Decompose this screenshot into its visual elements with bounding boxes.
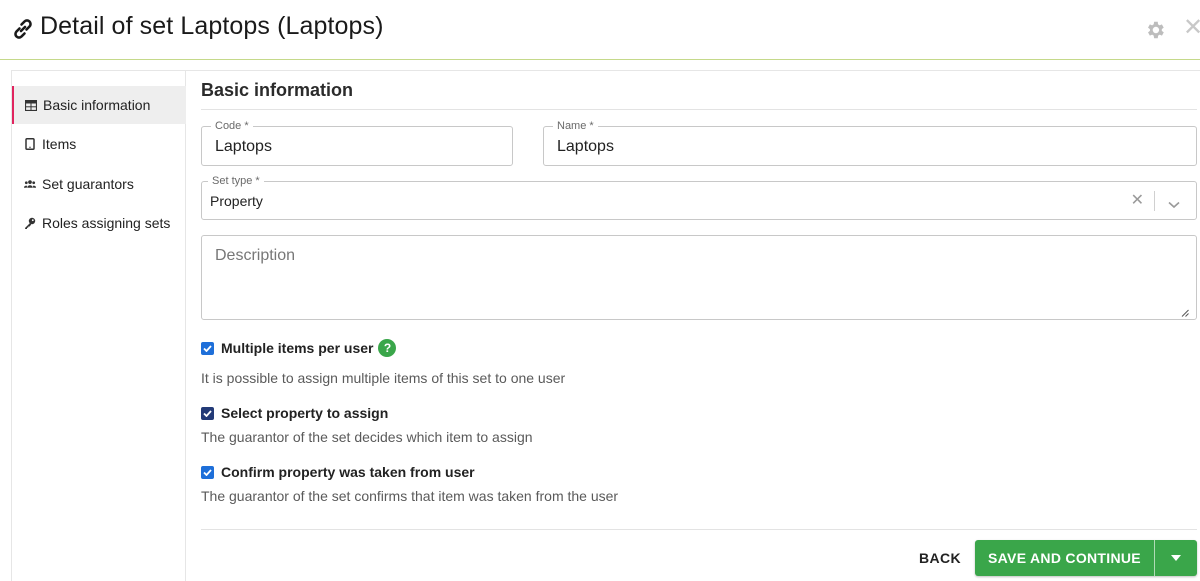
select-property-description: The guarantor of the set decides which i… [201, 429, 533, 445]
option-multiple-items[interactable]: Multiple items per user ? [201, 339, 397, 357]
header-divider [0, 59, 1200, 60]
page-header: Detail of set Laptops (Laptops) ✕ [0, 0, 1200, 60]
set-type-select[interactable]: Set type * Property ✕ [201, 175, 1197, 220]
code-field[interactable]: Code * Laptops [201, 120, 513, 166]
name-value[interactable]: Laptops [557, 138, 614, 156]
multiple-items-checkbox[interactable] [201, 341, 214, 355]
select-property-checkbox[interactable] [201, 406, 214, 420]
multiple-items-description: It is possible to assign multiple items … [201, 370, 566, 386]
gear-icon[interactable] [1144, 19, 1166, 41]
resize-handle-icon[interactable] [1181, 304, 1189, 317]
sidebar-item-label: Items [42, 136, 77, 152]
section-divider [201, 109, 1197, 110]
sidebar-item-set-guarantors[interactable]: Set guarantors [12, 165, 186, 203]
page-title: Detail of set Laptops (Laptops) [40, 12, 384, 40]
description-placeholder: Description [215, 247, 296, 264]
set-type-label: Set type * [208, 175, 264, 187]
footer-divider [201, 529, 1197, 530]
set-type-value: Property [210, 193, 263, 209]
tablet-icon [24, 138, 36, 150]
key-icon [24, 217, 36, 229]
option-confirm-taken[interactable]: Confirm property was taken from user [201, 464, 475, 480]
sidebar-item-label: Roles assigning sets [42, 215, 171, 231]
name-label: Name * [553, 120, 598, 132]
caret-down-icon [1171, 555, 1181, 561]
users-icon [24, 178, 36, 190]
confirm-taken-label: Confirm property was taken from user [221, 464, 475, 480]
code-label: Code * [211, 120, 253, 132]
back-button[interactable]: BACK [912, 541, 968, 575]
save-and-continue-button[interactable]: SAVE AND CONTINUE [975, 540, 1154, 576]
help-icon[interactable]: ? [378, 339, 397, 357]
section-title: Basic information [201, 80, 354, 100]
clear-icon[interactable]: ✕ [1131, 192, 1144, 210]
sidebar-item-label: Set guarantors [42, 176, 134, 192]
sidebar-item-roles-assigning-sets[interactable]: Roles assigning sets [12, 204, 186, 242]
select-property-label: Select property to assign [221, 405, 389, 421]
sidebar-item-basic-information[interactable]: Basic information [12, 86, 186, 124]
link-icon [10, 16, 36, 42]
save-options-dropdown[interactable] [1155, 540, 1197, 576]
confirm-taken-checkbox[interactable] [201, 465, 214, 479]
multiple-items-label: Multiple items per user [221, 340, 374, 356]
sidebar-item-items[interactable]: Items [12, 125, 186, 163]
name-field[interactable]: Name * Laptops [543, 120, 1197, 166]
sidebar: Basic information Items Set guarantors R… [11, 70, 186, 581]
code-value[interactable]: Laptops [215, 138, 272, 156]
table-icon [25, 99, 37, 111]
chevron-down-icon[interactable] [1168, 196, 1180, 209]
option-select-property[interactable]: Select property to assign [201, 405, 388, 421]
confirm-taken-description: The guarantor of the set confirms that i… [201, 488, 619, 504]
save-and-continue-split-button: SAVE AND CONTINUE [975, 540, 1197, 576]
close-icon[interactable]: ✕ [1183, 16, 1200, 40]
sidebar-item-label: Basic information [43, 97, 151, 113]
description-textarea[interactable]: Description [201, 235, 1197, 320]
select-separator [1154, 191, 1155, 211]
